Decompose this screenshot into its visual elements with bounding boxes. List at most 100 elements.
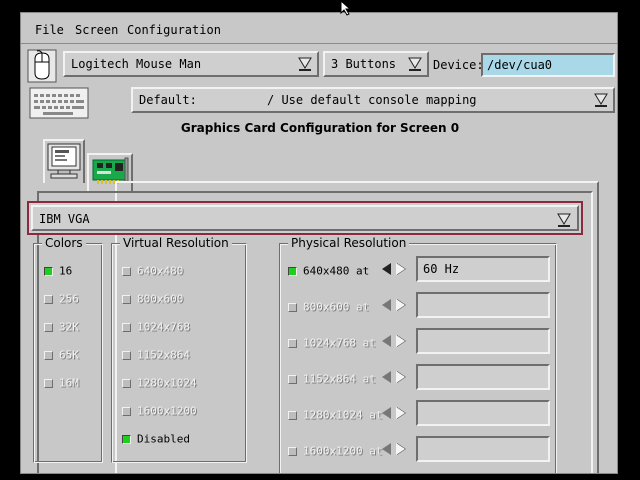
virtual-radio-800x600[interactable]: 800x600: [122, 292, 183, 306]
monitor-icon: [47, 143, 81, 179]
rate-decrease-icon[interactable]: [382, 299, 391, 311]
graphics-title: Graphics Card Configuration for Screen 0: [180, 121, 460, 135]
rate-increase-icon[interactable]: [396, 371, 405, 383]
radio-label: 1152x864 at: [303, 372, 376, 386]
virtual-radio-1600x1200[interactable]: 1600x1200: [122, 404, 197, 418]
color-radio-16m[interactable]: 16M: [44, 376, 79, 390]
tab-monitor[interactable]: [43, 139, 85, 183]
physical-radio-1600x1200[interactable]: 1600x1200 at: [288, 444, 382, 458]
keyboard-mapping-select[interactable]: Default: / Use default console mapping: [131, 87, 615, 113]
radio-indicator: [288, 410, 297, 420]
physical-row-1280x1024: 1280x1024 at: [288, 400, 550, 426]
radio-label: 1024x768: [137, 320, 190, 334]
radio-indicator: [44, 378, 53, 388]
physical-row-640x480: 640x480 at 60 Hz: [288, 256, 550, 282]
radio-label: 1024x768 at: [303, 336, 376, 350]
radio-label: 800x600: [137, 292, 184, 306]
physical-radio-800x600[interactable]: 800x600 at: [288, 300, 369, 314]
rate-decrease-icon[interactable]: [382, 407, 391, 419]
rate-decrease-icon[interactable]: [382, 263, 391, 275]
rate-increase-icon[interactable]: [396, 407, 405, 419]
refresh-rate-field[interactable]: [416, 364, 550, 390]
graphics-card-value: IBM VGA: [39, 212, 90, 226]
radio-label: 800x600 at: [303, 300, 370, 314]
physical-row-1024x768: 1024x768 at: [288, 328, 550, 354]
rate-decrease-icon[interactable]: [382, 443, 391, 455]
radio-indicator: [44, 322, 53, 332]
refresh-rate-field[interactable]: [416, 400, 550, 426]
rate-increase-icon[interactable]: [396, 299, 405, 311]
physical-radio-1152x864[interactable]: 1152x864 at: [288, 372, 376, 386]
radio-indicator: [122, 434, 131, 444]
radio-indicator: [44, 266, 53, 276]
refresh-rate-value: 60 Hz: [423, 262, 460, 276]
rate-increase-icon[interactable]: [396, 263, 405, 275]
physical-radio-640x480[interactable]: 640x480 at: [288, 264, 369, 278]
virtual-radio-1024x768[interactable]: 1024x768: [122, 320, 190, 334]
color-radio-65k[interactable]: 65K: [44, 348, 79, 362]
radio-indicator: [288, 338, 297, 348]
mouse-buttons-value: 3 Buttons: [331, 57, 397, 71]
chevron-down-icon: [298, 57, 312, 71]
radio-label: 65K: [59, 348, 79, 362]
color-radio-32k[interactable]: 32K: [44, 320, 79, 334]
rate-increase-icon[interactable]: [396, 335, 405, 347]
virtual-radio-1280x1024[interactable]: 1280x1024: [122, 376, 197, 390]
physical-resolution-title: Physical Resolution: [288, 236, 410, 250]
mouse-icon[interactable]: [27, 49, 57, 83]
colors-group-title: Colors: [42, 236, 86, 250]
mouse-model-select[interactable]: Logitech Mouse Man: [63, 51, 319, 77]
keyboard-mapping-name: Default:: [139, 93, 197, 107]
radio-label: 256: [59, 292, 79, 306]
chevron-down-icon: [557, 213, 571, 227]
rate-decrease-icon[interactable]: [382, 371, 391, 383]
device-label: Device:: [433, 58, 484, 72]
radio-indicator: [288, 374, 297, 384]
radio-label: 1280x1024: [137, 376, 197, 390]
color-radio-16[interactable]: 16: [44, 264, 72, 278]
device-value: /dev/cua0: [487, 58, 553, 72]
menu-configuration[interactable]: Configuration: [127, 23, 221, 37]
chevron-down-icon: [594, 93, 608, 107]
refresh-rate-field[interactable]: [416, 292, 550, 318]
keyboard-icon[interactable]: [29, 87, 89, 119]
physical-radio-1280x1024[interactable]: 1280x1024 at: [288, 408, 382, 422]
radio-label: 1152x864: [137, 348, 190, 362]
radio-label: 16M: [59, 376, 79, 390]
mouse-buttons-select[interactable]: 3 Buttons: [323, 51, 429, 77]
radio-indicator: [288, 302, 297, 312]
graphics-card-select[interactable]: IBM VGA: [27, 201, 583, 235]
color-radio-256[interactable]: 256: [44, 292, 79, 306]
radio-indicator: [122, 266, 131, 276]
radio-indicator: [44, 350, 53, 360]
device-input[interactable]: /dev/cua0: [481, 53, 615, 77]
menubar: File Screen Configuration: [21, 13, 617, 41]
xf86setup-window: File Screen Configuration Logitech Mouse…: [20, 12, 618, 474]
refresh-rate-field[interactable]: 60 Hz: [416, 256, 550, 282]
mouse-model-value: Logitech Mouse Man: [71, 57, 202, 71]
physical-resolution-group: Physical Resolution 640x480 at 60 Hz 800…: [279, 236, 557, 473]
colors-group: Colors 16 256 32K 65K 16M: [33, 236, 103, 463]
menu-screen-label: Screen: [75, 23, 119, 37]
virtual-radio-640x480[interactable]: 640x480: [122, 264, 183, 278]
radio-label: 1280x1024 at: [303, 408, 383, 422]
refresh-rate-field[interactable]: [416, 328, 550, 354]
menu-screen[interactable]: Screen: [75, 23, 118, 37]
radio-label: 16: [59, 264, 73, 278]
chevron-down-icon: [408, 57, 422, 71]
virtual-radio-1152x864[interactable]: 1152x864: [122, 348, 190, 362]
menubar-divider: [21, 43, 617, 44]
radio-label: 32K: [59, 320, 79, 334]
physical-radio-1024x768[interactable]: 1024x768 at: [288, 336, 376, 350]
radio-label: 640x480: [137, 264, 184, 278]
virtual-resolution-title: Virtual Resolution: [120, 236, 232, 250]
menu-file[interactable]: File: [35, 23, 64, 37]
radio-indicator: [122, 378, 131, 388]
radio-label: 1600x1200 at: [303, 444, 383, 458]
refresh-rate-field[interactable]: [416, 436, 550, 462]
rate-decrease-icon[interactable]: [382, 335, 391, 347]
virtual-radio-disabled[interactable]: Disabled: [122, 432, 190, 446]
rate-increase-icon[interactable]: [396, 443, 405, 455]
radio-indicator: [288, 446, 297, 456]
radio-label: Disabled: [137, 432, 190, 446]
